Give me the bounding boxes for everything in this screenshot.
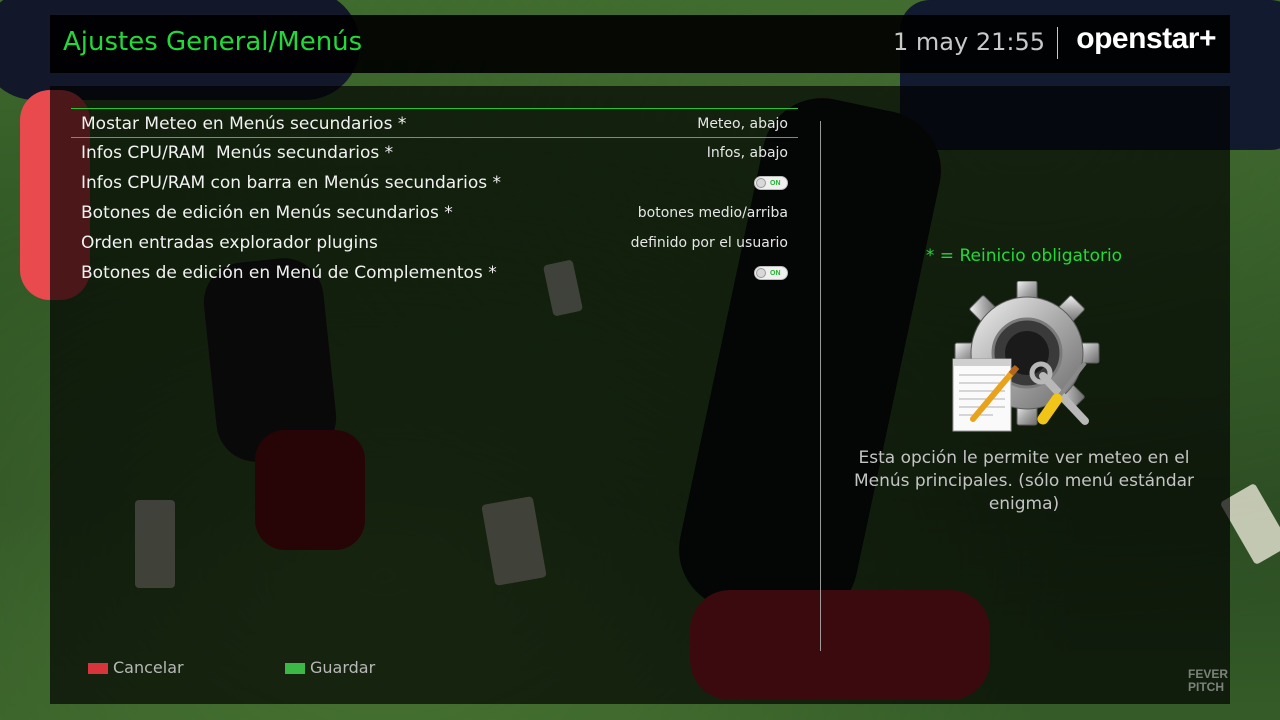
setting-label: Mostar Meteo en Menús secundarios * (81, 114, 407, 134)
toggle-knob (756, 268, 766, 278)
toggle-state: ON (770, 180, 781, 187)
setting-label: Infos CPU/RAM Menús secundarios * (81, 143, 394, 163)
cancel-label: Cancelar (113, 658, 184, 677)
setting-row-edit-buttons[interactable]: Botones de edición en Menús secundarios … (71, 198, 798, 228)
toggle-knob (756, 178, 766, 188)
help-text: Esta opción le permite ver meteo en el M… (853, 448, 1195, 514)
setting-label: Orden entradas explorador plugins (81, 233, 378, 253)
setting-label: Botones de edición en Menús secundarios … (81, 203, 453, 223)
brand-logo: openstar+ (1076, 22, 1216, 55)
setting-label: Botones de edición en Menú de Complement… (81, 263, 497, 283)
toggle-switch[interactable]: ON (754, 266, 788, 280)
setting-label: Infos CPU/RAM con barra en Menús secunda… (81, 173, 502, 193)
settings-panel: Mostar Meteo en Menús secundarios * Mete… (50, 86, 1230, 704)
setting-value[interactable]: Meteo, abajo (697, 109, 788, 139)
setting-value[interactable]: botones medio/arriba (638, 198, 788, 228)
clock: 1 may 21:55 (893, 28, 1045, 56)
header-bar: Ajustes General/Menús 1 may 21:55 openst… (50, 15, 1230, 73)
green-key-indicator (285, 663, 305, 674)
setting-value[interactable]: Infos, abajo (707, 138, 788, 168)
toggle-state: ON (770, 270, 781, 277)
settings-list: Mostar Meteo en Menús secundarios * Mete… (71, 108, 798, 288)
panel-divider (820, 121, 821, 651)
watermark-line: PITCH (1188, 680, 1224, 694)
settings-gear-icon (952, 281, 1100, 432)
save-label: Guardar (310, 658, 376, 677)
setting-row-cpu-ram-infos[interactable]: Infos CPU/RAM Menús secundarios * Infos,… (71, 138, 798, 168)
setting-row-meteo[interactable]: Mostar Meteo en Menús secundarios * Mete… (71, 108, 798, 138)
red-key-indicator (88, 663, 108, 674)
restart-note: * = Reinicio obligatorio (925, 246, 1123, 266)
header-divider (1057, 27, 1058, 59)
setting-value[interactable]: definido por el usuario (631, 228, 788, 258)
page-title: Ajustes General/Menús (63, 27, 363, 57)
setting-row-plugin-order[interactable]: Orden entradas explorador plugins defini… (71, 228, 798, 258)
setting-row-complements-edit-buttons[interactable]: Botones de edición en Menú de Complement… (71, 258, 798, 288)
channel-watermark: FEVER PITCH (1188, 668, 1238, 694)
setting-row-cpu-ram-bar[interactable]: Infos CPU/RAM con barra en Menús secunda… (71, 168, 798, 198)
toggle-switch[interactable]: ON (754, 176, 788, 190)
